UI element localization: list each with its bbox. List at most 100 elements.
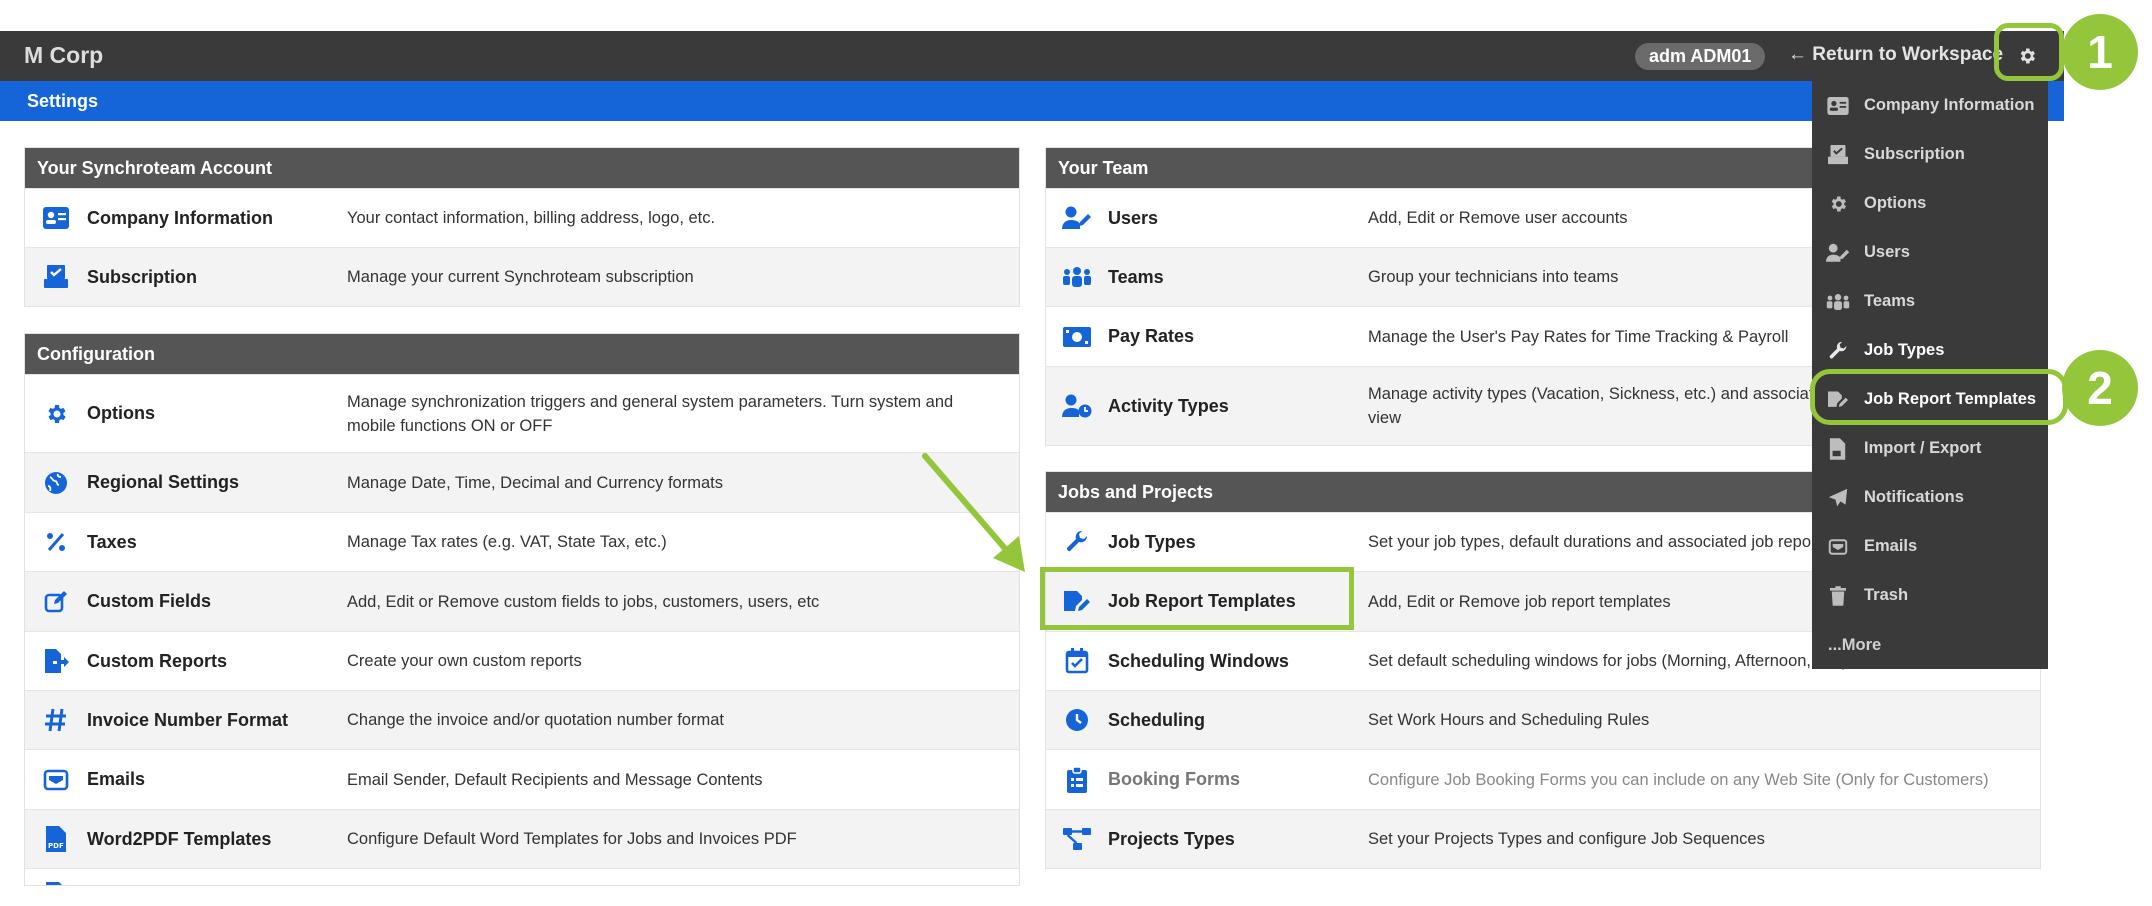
- menu-item-import-export[interactable]: Import / Export: [1812, 424, 2048, 473]
- job-report-templates-highlight: [1040, 567, 1354, 630]
- return-to-workspace-link[interactable]: ← Return to Workspace: [1788, 44, 2003, 66]
- settings-row-taxes[interactable]: Taxes Manage Tax rates (e.g. VAT, State …: [25, 512, 1019, 571]
- id-card-icon: [1827, 96, 1849, 115]
- row-desc: Manage synchronization triggers and gene…: [347, 392, 954, 435]
- row-name: Custom Reports: [87, 650, 228, 671]
- row-name: Activity Types: [1108, 395, 1229, 416]
- settings-row-invoice-number-format[interactable]: Invoice Number Format Change the invoice…: [25, 690, 1019, 749]
- row-desc: Set your Projects Types and configure Jo…: [1368, 830, 1765, 848]
- menu-item-notifications[interactable]: Notifications: [1812, 473, 2048, 522]
- row-name: Projects Types: [1108, 828, 1235, 849]
- row-name: Taxes: [87, 531, 137, 552]
- calendar-check-icon: [1065, 648, 1089, 674]
- user-edit-icon: [1062, 206, 1091, 229]
- gear-icon: [48, 404, 66, 423]
- row-name: Job Types: [1108, 531, 1196, 552]
- settings-row-word2pdf-templates[interactable]: PDF Word2PDF Templates Configure Default…: [25, 809, 1019, 868]
- settings-row-partial: [25, 868, 1019, 885]
- row-name: Regional Settings: [87, 472, 240, 492]
- globe-icon: [45, 471, 67, 494]
- row-name: Invoice Number Format: [87, 709, 289, 730]
- row-name: Scheduling Windows: [1108, 650, 1289, 671]
- project-diagram-icon: [1063, 828, 1091, 850]
- settings-row-scheduling[interactable]: Scheduling Set Work Hours and Scheduling…: [1046, 690, 2040, 749]
- menu-item-label: Import / Export: [1864, 439, 1982, 457]
- menu-item-more[interactable]: ...More: [1828, 636, 1881, 655]
- team-icon: [1826, 293, 1850, 310]
- menu-job-report-templates-highlight: [1810, 369, 2068, 425]
- id-card-icon: [43, 207, 69, 229]
- row-desc: Manage your current Synchroteam subscrip…: [347, 268, 694, 286]
- user-edit-icon: [1826, 243, 1850, 262]
- document-icon: [46, 881, 63, 885]
- envelope-icon: [1828, 538, 1848, 555]
- row-name: Emails: [87, 769, 146, 789]
- import-export-icon: [1829, 437, 1846, 460]
- settings-bar: Settings: [0, 81, 2064, 121]
- row-name: Company Information: [87, 207, 274, 228]
- configuration-panel: Configuration Options Manage synchroniza…: [24, 333, 1020, 886]
- brand-name: M Corp: [24, 42, 104, 68]
- clock-icon: [1066, 709, 1088, 731]
- menu-item-company-information[interactable]: Company Information: [1812, 81, 2048, 130]
- panel-header: Configuration: [25, 334, 1019, 374]
- menu-item-label: Trash: [1864, 586, 1909, 604]
- clipboard-icon: [1067, 766, 1087, 793]
- settings-row-booking-forms[interactable]: Booking Forms Configure Job Booking Form…: [1046, 749, 2040, 809]
- row-name: Options: [87, 403, 155, 423]
- hash-icon: [45, 708, 66, 732]
- settings-row-regional-settings[interactable]: Regional Settings Manage Date, Time, Dec…: [25, 452, 1019, 512]
- menu-item-label: Notifications: [1864, 488, 1964, 506]
- pdf-icon: PDF: [46, 826, 66, 852]
- svg-text:PDF: PDF: [48, 842, 64, 850]
- edit-icon: [44, 590, 67, 612]
- row-name: Scheduling: [1108, 709, 1206, 730]
- menu-item-job-types[interactable]: Job Types: [1812, 326, 2048, 375]
- wrench-icon: [1066, 530, 1088, 552]
- row-name: Custom Fields: [87, 591, 212, 611]
- row-name: Subscription: [87, 266, 198, 287]
- row-name: Users: [1108, 207, 1159, 228]
- user-badge[interactable]: adm ADM01: [1635, 43, 1766, 70]
- money-icon: [1063, 326, 1091, 347]
- wrench-icon: [1829, 341, 1847, 359]
- user-clock-icon: [1062, 394, 1092, 418]
- settings-title: Settings: [27, 91, 99, 111]
- row-desc: Configure Job Booking Forms you can incl…: [1368, 770, 1989, 789]
- row-desc: Create your own custom reports: [347, 652, 582, 670]
- row-desc: Email Sender, Default Recipients and Mes…: [347, 770, 763, 789]
- menu-item-label: Emails: [1864, 537, 1918, 555]
- row-name: Booking Forms: [1108, 769, 1241, 789]
- account-panel: Your Synchroteam Account Company Informa…: [24, 147, 1020, 307]
- callout-1: 1: [2062, 14, 2138, 90]
- annotation-arrow-icon: [922, 453, 1025, 572]
- panel-header: Your Synchroteam Account: [25, 148, 1019, 188]
- trash-icon: [1830, 585, 1846, 606]
- menu-item-label: Options: [1864, 194, 1927, 212]
- percent-icon: [47, 533, 65, 551]
- menu-item-subscription[interactable]: Subscription: [1812, 130, 2048, 179]
- row-name: Word2PDF Templates: [87, 828, 272, 849]
- menu-item-users[interactable]: Users: [1812, 228, 2048, 277]
- menu-item-label: Teams: [1864, 292, 1916, 310]
- settings-row-options[interactable]: Options Manage synchronization triggers …: [25, 374, 1019, 452]
- gear-icon: [1831, 196, 1846, 211]
- menu-item-options[interactable]: Options: [1812, 179, 2048, 228]
- settings-row-projects-types[interactable]: Projects Types Set your Projects Types a…: [1046, 809, 2040, 868]
- settings-row-subscription[interactable]: Subscription Manage your current Synchro…: [25, 247, 1019, 306]
- settings-row-company-information[interactable]: Company Information Your contact informa…: [25, 188, 1019, 247]
- menu-item-teams[interactable]: Teams: [1812, 277, 2048, 326]
- settings-row-emails[interactable]: Emails Email Sender, Default Recipients …: [25, 749, 1019, 809]
- callout-2: 2: [2062, 350, 2138, 426]
- settings-row-custom-fields[interactable]: Custom Fields Add, Edit or Remove custom…: [25, 571, 1019, 631]
- settings-row-custom-reports[interactable]: Custom Reports Create your own custom re…: [25, 631, 1019, 690]
- row-desc: Add, Edit or Remove custom fields to job…: [347, 592, 820, 611]
- menu-item-label: Users: [1864, 243, 1910, 261]
- menu-item-trash[interactable]: Trash: [1812, 571, 2048, 620]
- row-name: Pay Rates: [1108, 326, 1195, 346]
- team-icon: [1063, 267, 1091, 287]
- menu-item-emails[interactable]: Emails: [1812, 522, 2048, 571]
- row-name: Teams: [1108, 266, 1164, 287]
- row-desc: Set Work Hours and Scheduling Rules: [1368, 711, 1650, 729]
- subscription-icon: [1828, 144, 1848, 164]
